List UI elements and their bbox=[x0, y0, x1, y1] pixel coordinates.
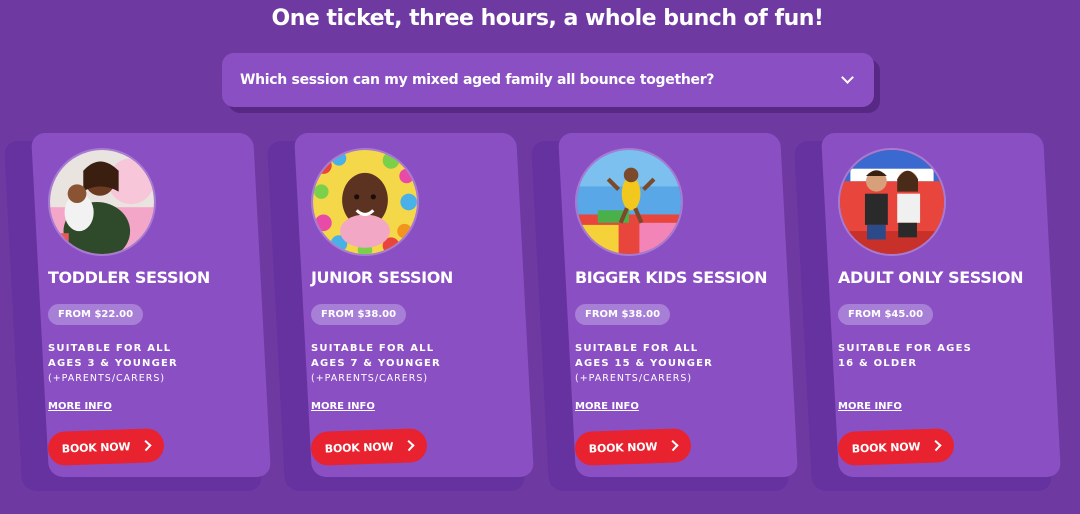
session-photo-junior bbox=[311, 148, 419, 256]
price-badge: FROM $38.00 bbox=[311, 304, 407, 325]
session-card-toddler: TODDLER SESSION FROM $22.00 SUITABLE FOR… bbox=[3, 133, 272, 491]
suitable-line: SUITABLE FOR ALL bbox=[311, 343, 435, 354]
suitable-line: (+PARENTS/CARERS) bbox=[311, 373, 429, 384]
chevron-right-icon bbox=[667, 439, 679, 452]
price-badge: FROM $45.00 bbox=[838, 304, 934, 325]
session-card-adult: ADULT ONLY SESSION FROM $45.00 SUITABLE … bbox=[793, 133, 1062, 491]
chevron-right-icon bbox=[140, 439, 152, 452]
book-now-label: BOOK NOW bbox=[588, 439, 658, 456]
price-badge: FROM $22.00 bbox=[48, 304, 144, 325]
suitable-text: SUITABLE FOR AGES 16 & OLDER bbox=[838, 341, 972, 371]
price-badge: FROM $38.00 bbox=[575, 304, 671, 325]
chevron-right-icon bbox=[930, 439, 942, 452]
suitable-text: SUITABLE FOR ALL AGES 15 & YOUNGER (+PAR… bbox=[575, 341, 713, 386]
suitable-line: (+PARENTS/CARERS) bbox=[48, 373, 166, 384]
chevron-down-icon[interactable] bbox=[841, 71, 854, 84]
suitable-line: AGES 7 & YOUNGER bbox=[311, 358, 441, 369]
session-title: TODDLER SESSION bbox=[48, 268, 210, 287]
suitable-line: SUITABLE FOR ALL bbox=[48, 343, 172, 354]
book-now-label: BOOK NOW bbox=[851, 439, 921, 456]
book-now-label: BOOK NOW bbox=[324, 439, 394, 456]
session-photo-adult bbox=[838, 148, 946, 256]
faq-question: Which session can my mixed aged family a… bbox=[240, 72, 715, 88]
chevron-right-icon bbox=[403, 439, 415, 452]
session-title: ADULT ONLY SESSION bbox=[838, 268, 1024, 287]
page-title: One ticket, three hours, a whole bunch o… bbox=[271, 6, 824, 31]
book-now-button[interactable]: BOOK NOW bbox=[574, 427, 692, 467]
book-now-button[interactable]: BOOK NOW bbox=[310, 427, 428, 467]
session-photo-toddler bbox=[48, 148, 156, 256]
session-title: JUNIOR SESSION bbox=[311, 268, 453, 287]
more-info-link[interactable]: MORE INFO bbox=[838, 401, 902, 412]
more-info-link[interactable]: MORE INFO bbox=[311, 401, 375, 412]
session-title: BIGGER KIDS SESSION bbox=[575, 268, 768, 287]
suitable-line: SUITABLE FOR AGES bbox=[838, 343, 973, 354]
book-now-button[interactable]: BOOK NOW bbox=[47, 427, 165, 467]
session-photo-bigger-kids bbox=[575, 148, 683, 256]
session-card-junior: JUNIOR SESSION FROM $38.00 SUITABLE FOR … bbox=[266, 133, 535, 491]
session-card-bigger-kids: BIGGER KIDS SESSION FROM $38.00 SUITABLE… bbox=[530, 133, 799, 491]
suitable-line: AGES 3 & YOUNGER bbox=[48, 358, 178, 369]
book-now-button[interactable]: BOOK NOW bbox=[837, 427, 955, 467]
suitable-text: SUITABLE FOR ALL AGES 3 & YOUNGER (+PARE… bbox=[48, 341, 178, 386]
more-info-link[interactable]: MORE INFO bbox=[48, 401, 112, 412]
more-info-link[interactable]: MORE INFO bbox=[575, 401, 639, 412]
suitable-line: 16 & OLDER bbox=[838, 358, 918, 369]
suitable-line: (+PARENTS/CARERS) bbox=[575, 373, 693, 384]
book-now-label: BOOK NOW bbox=[61, 439, 131, 456]
suitable-text: SUITABLE FOR ALL AGES 7 & YOUNGER (+PARE… bbox=[311, 341, 441, 386]
faq-accordion[interactable]: Which session can my mixed aged family a… bbox=[222, 53, 874, 107]
suitable-line: AGES 15 & YOUNGER bbox=[575, 358, 714, 369]
suitable-line: SUITABLE FOR ALL bbox=[575, 343, 699, 354]
